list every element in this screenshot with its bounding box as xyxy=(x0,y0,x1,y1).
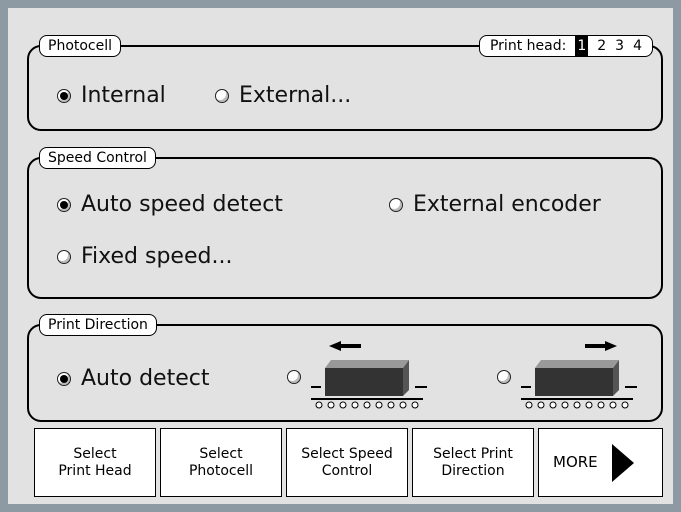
select-photocell-button[interactable]: Select Photocell xyxy=(160,428,282,497)
radio-label: Internal xyxy=(81,83,166,108)
radio-label: Fixed speed... xyxy=(81,244,233,269)
radio-auto-speed-detect[interactable]: Auto speed detect xyxy=(57,192,283,217)
button-line2: Print Head xyxy=(58,462,132,479)
radio-label: Auto detect xyxy=(81,366,210,391)
radio-dot xyxy=(57,249,71,264)
print-head-1[interactable]: 1 xyxy=(575,36,589,56)
radio-label: External encoder xyxy=(413,192,601,217)
left-direction-icon xyxy=(311,341,427,409)
button-line2: Direction xyxy=(441,462,505,479)
radio-dot xyxy=(215,88,229,103)
select-print-direction-button[interactable]: Select Print Direction xyxy=(412,428,534,497)
radio-label: External... xyxy=(239,83,352,108)
radio-dot-selected xyxy=(57,88,71,103)
button-line2: Photocell xyxy=(188,462,254,479)
right-direction-icon xyxy=(521,341,637,409)
more-button[interactable]: MORE xyxy=(538,428,663,497)
radio-dot xyxy=(497,370,511,384)
radio-auto-detect[interactable]: Auto detect xyxy=(57,366,209,391)
radio-external-encoder[interactable]: External encoder xyxy=(389,192,601,217)
button-line1: Select Print xyxy=(433,445,513,462)
radio-dot-selected xyxy=(57,371,71,386)
right-arrow-icon xyxy=(611,443,634,482)
print-direction-group: Print Direction Auto detect xyxy=(27,314,663,422)
radio-fixed-speed[interactable]: Fixed speed... xyxy=(57,244,232,269)
button-line1: Select xyxy=(73,445,117,462)
print-head-4[interactable]: 4 xyxy=(633,36,642,56)
print-head-label: Print head: xyxy=(489,38,567,54)
button-line1: Select Speed xyxy=(301,445,393,462)
radio-dot xyxy=(287,370,301,384)
print-direction-legend: Print Direction xyxy=(39,314,157,336)
print-head-selector: Print head: 1 2 3 4 xyxy=(478,35,653,57)
radio-dot-selected xyxy=(57,197,71,212)
radio-label: Auto speed detect xyxy=(81,192,283,217)
button-line2: Control xyxy=(321,462,373,479)
print-head-2[interactable]: 2 xyxy=(597,36,606,56)
speed-control-legend: Speed Control xyxy=(39,147,156,169)
more-label: MORE xyxy=(553,453,598,471)
speed-control-group: Speed Control Auto speed detect External… xyxy=(27,147,663,299)
radio-dot xyxy=(389,197,403,212)
photocell-group: Photocell Print head: 1 2 3 4 Internal E… xyxy=(27,35,663,131)
print-head-3[interactable]: 3 xyxy=(615,36,624,56)
select-speed-control-button[interactable]: Select Speed Control xyxy=(286,428,408,497)
radio-external[interactable]: External... xyxy=(215,83,351,108)
button-line1: Select xyxy=(199,445,243,462)
photocell-legend: Photocell xyxy=(39,35,122,57)
radio-internal[interactable]: Internal xyxy=(57,83,166,108)
select-print-head-button[interactable]: Select Print Head xyxy=(34,428,156,497)
